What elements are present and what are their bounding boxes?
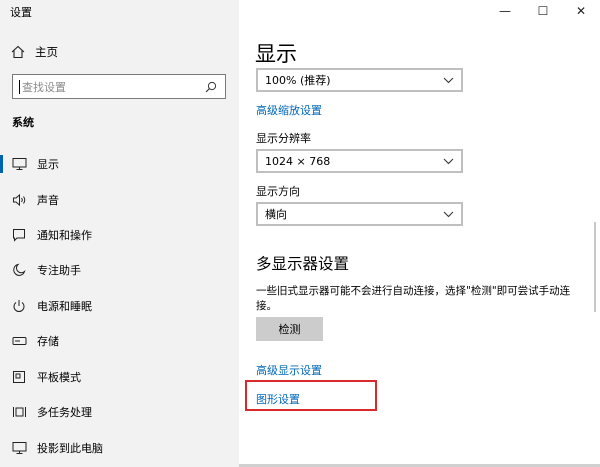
sidebar-item-notifications[interactable]: 通知和操作 (0, 218, 239, 252)
sidebar-item-power[interactable]: 电源和睡眠 (0, 289, 239, 323)
sidebar-item-tablet-mode[interactable]: 平板模式 (0, 360, 239, 394)
app-title: 设置 (10, 6, 32, 19)
sidebar-item-label: 显示 (37, 158, 59, 171)
sidebar-item-label: 存储 (37, 335, 59, 348)
window-controls: — ☐ ✕ (486, 0, 600, 22)
advanced-scaling-link[interactable]: 高级缩放设置 (256, 102, 322, 118)
scale-dropdown[interactable]: 100% (推荐) (256, 68, 463, 92)
sidebar-item-focus-assist[interactable]: 专注助手 (0, 253, 239, 287)
multi-display-title: 多显示器设置 (256, 255, 350, 273)
close-button[interactable]: ✕ (562, 0, 600, 22)
orientation-value: 横向 (265, 208, 287, 221)
page-title: 显示 (255, 42, 297, 66)
notification-icon (11, 227, 27, 243)
sidebar-item-label: 平板模式 (37, 371, 81, 384)
highlight-box (245, 380, 377, 411)
orientation-dropdown[interactable]: 横向 (256, 202, 463, 226)
speaker-icon (11, 192, 27, 208)
project-icon (11, 440, 27, 456)
text-caret (19, 79, 20, 94)
sidebar-item-storage[interactable]: 存储 (0, 324, 239, 358)
sidebar-item-label: 电源和睡眠 (37, 300, 92, 313)
multi-display-description: 一些旧式显示器可能不会进行自动连接，选择"检测"即可尝试手动连接。 (256, 285, 571, 312)
sidebar-item-label: 声音 (37, 194, 59, 207)
sidebar-item-label: 通知和操作 (37, 229, 92, 242)
search-placeholder: 查找设置 (22, 80, 66, 94)
chevron-down-icon (439, 205, 457, 223)
tablet-icon (11, 369, 27, 385)
multitask-icon (11, 404, 27, 420)
orientation-label: 显示方向 (256, 185, 300, 198)
chevron-down-icon (439, 71, 457, 89)
search-icon[interactable] (201, 77, 221, 97)
storage-icon (11, 333, 27, 349)
detect-button[interactable]: 检测 (256, 317, 323, 341)
resolution-label: 显示分辨率 (256, 132, 311, 145)
chevron-down-icon (439, 152, 457, 170)
sidebar-item-sound[interactable]: 声音 (0, 183, 239, 217)
sidebar-item-label: 专注助手 (37, 264, 81, 277)
home-icon (10, 44, 26, 60)
minimize-button[interactable]: — (486, 0, 524, 22)
home-label: 主页 (35, 45, 58, 59)
sidebar: 设置 主页 查找设置 系统 显示 声音 通知和操作 专注助手 电源和睡眠 存储 … (0, 0, 239, 467)
power-icon (11, 298, 27, 314)
section-label: 系统 (12, 116, 34, 129)
scale-value: 100% (推荐) (265, 74, 331, 87)
sidebar-item-home[interactable]: 主页 (10, 42, 58, 62)
search-input[interactable]: 查找设置 (12, 74, 226, 99)
moon-icon (11, 262, 27, 278)
sidebar-item-label: 多任务处理 (37, 406, 92, 419)
maximize-button[interactable]: ☐ (524, 0, 562, 22)
scrollbar[interactable] (594, 222, 596, 312)
active-marker (0, 155, 3, 173)
sidebar-item-label: 投影到此电脑 (37, 442, 103, 455)
sidebar-item-project[interactable]: 投影到此电脑 (0, 431, 239, 465)
sidebar-item-display[interactable]: 显示 (0, 147, 239, 181)
resolution-value: 1024 × 768 (265, 154, 331, 168)
sidebar-item-multitasking[interactable]: 多任务处理 (0, 395, 239, 429)
advanced-display-link[interactable]: 高级显示设置 (256, 362, 322, 378)
monitor-icon (11, 156, 27, 172)
main-content: — ☐ ✕ 显示 100% (推荐) 高级缩放设置 显示分辨率 1024 × 7… (239, 0, 600, 467)
resolution-dropdown[interactable]: 1024 × 768 (256, 149, 463, 173)
